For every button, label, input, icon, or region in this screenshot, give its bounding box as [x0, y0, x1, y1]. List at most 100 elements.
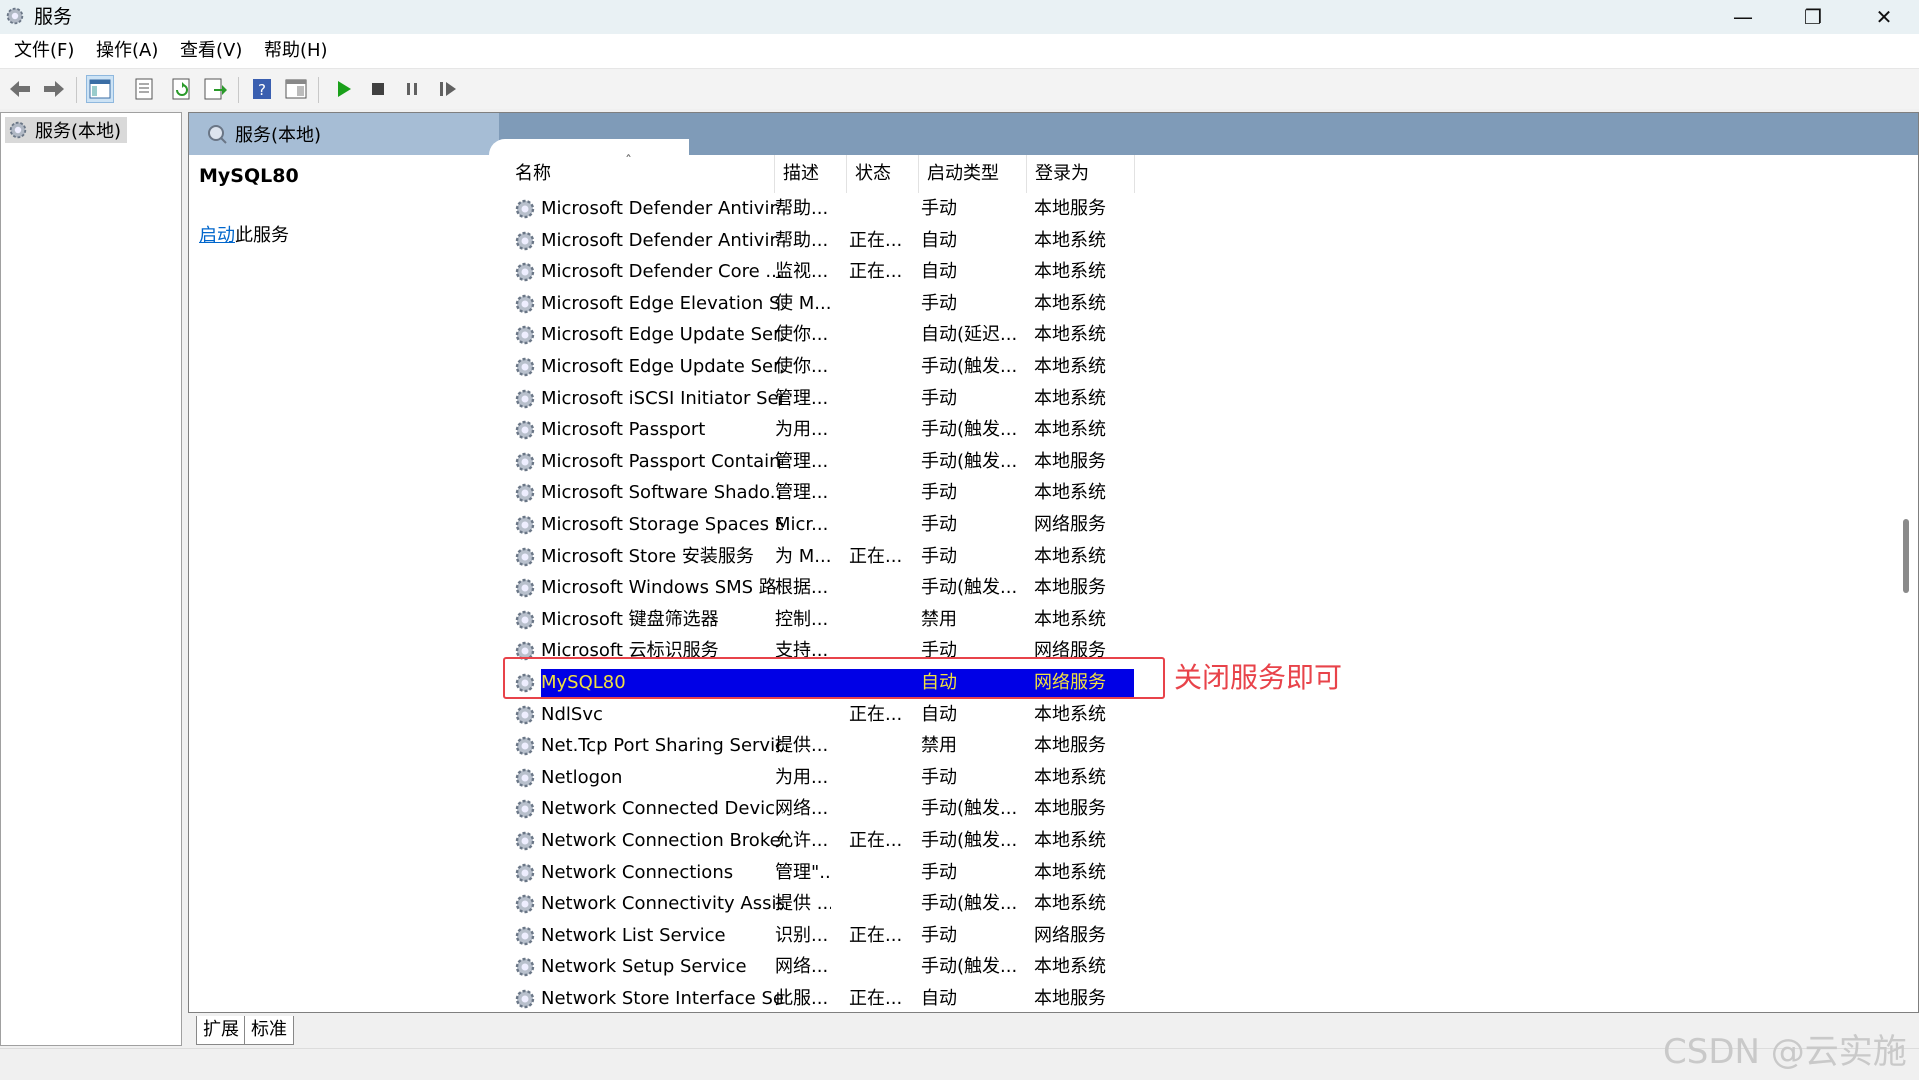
title-bar: 服务 — ❐ ✕ — [0, 0, 1919, 34]
restore-button[interactable]: ❐ — [1778, 0, 1848, 34]
table-row[interactable]: Microsoft Edge Update Ser... 使你... 手动(触发..… — [507, 351, 1327, 383]
refresh-button[interactable] — [168, 75, 196, 103]
service-description: 此服... — [775, 988, 829, 1009]
restart-service-button[interactable] — [434, 75, 462, 103]
table-row[interactable]: Microsoft 键盘筛选器 控制... 禁用 本地系统 — [507, 604, 1327, 636]
pause-service-button[interactable] — [398, 75, 426, 103]
menu-file[interactable]: 文件(F) — [14, 40, 74, 62]
svg-text:?: ? — [258, 81, 266, 99]
table-row[interactable]: Microsoft Defender Core ... 监视... 正在... 自动 本… — [507, 256, 1327, 288]
service-gear-icon — [513, 766, 537, 790]
export-list-button[interactable] — [202, 75, 230, 103]
service-name: Network Setup Service — [541, 956, 747, 978]
pause-icon — [407, 83, 417, 95]
service-description: 管理"... — [775, 861, 831, 883]
table-row[interactable]: Microsoft Edge Elevation S... 使 M... 手动 本地系… — [507, 288, 1327, 320]
export-list-icon — [204, 78, 227, 100]
service-status: 正在... — [849, 229, 903, 251]
column-header-description[interactable]: 描述 — [775, 155, 847, 193]
table-row[interactable]: Network Connected Devic... 网络... 手动(触发... 本… — [507, 793, 1327, 825]
service-description: 网络... — [775, 956, 829, 978]
service-name: Microsoft Storage Spaces S... — [541, 514, 783, 535]
table-row[interactable]: Network Setup Service 网络... 手动(触发... 本地系统 — [507, 951, 1327, 983]
scrollbar-thumb[interactable] — [1903, 519, 1909, 593]
service-startup-type: 手动 — [921, 766, 957, 788]
table-row[interactable]: Microsoft Windows SMS 路... 根据... 手动(触发... 本… — [507, 572, 1327, 604]
table-row[interactable]: Network List Service 识别... 正在... 手动 网络服务 — [507, 920, 1327, 952]
service-logon-as: 本地系统 — [1034, 261, 1106, 283]
service-name: Microsoft 键盘筛选器 — [541, 608, 719, 630]
table-row[interactable]: Microsoft iSCSI Initiator Ser... 管理... 手动 本… — [507, 383, 1327, 415]
service-name: Network Connections — [541, 861, 734, 883]
forward-button[interactable] — [40, 75, 68, 103]
service-description: 管理... — [775, 387, 829, 409]
start-service-link[interactable]: 启动 — [199, 225, 235, 246]
table-row[interactable]: Microsoft Defender Antivir... 帮助... 正在... 自… — [507, 225, 1327, 257]
service-name: Netlogon — [541, 766, 623, 788]
service-startup-type: 手动(触发... — [921, 356, 1018, 377]
table-row[interactable]: Microsoft Software Shado... 管理... 手动 本地系统 — [507, 477, 1327, 509]
service-gear-icon — [513, 387, 537, 411]
service-logon-as: 本地服务 — [1034, 988, 1106, 1009]
service-name: Microsoft Defender Antivir... — [541, 229, 783, 251]
table-row[interactable]: Network Connectivity Assis... 提供 ... 手动(触发… — [507, 888, 1327, 920]
services-gear-icon — [9, 121, 27, 139]
service-gear-icon — [513, 892, 537, 916]
service-gear-icon — [513, 197, 537, 221]
minimize-button[interactable]: — — [1708, 0, 1778, 34]
service-status — [849, 319, 905, 351]
service-logon-as: 本地系统 — [1034, 956, 1106, 978]
close-button[interactable]: ✕ — [1849, 0, 1919, 34]
service-description: 提供... — [775, 735, 829, 757]
menu-help[interactable]: 帮助(H) — [264, 40, 328, 62]
start-service-button[interactable] — [330, 75, 358, 103]
tree-item-label: 服务(本地) — [35, 121, 122, 142]
table-row[interactable]: Microsoft Passport Container 管理... 手动(触发..… — [507, 446, 1327, 478]
table-row[interactable]: Microsoft Defender Antivir... 帮助... 手动 本地服务 — [507, 193, 1327, 225]
menu-view[interactable]: 查看(V) — [180, 40, 242, 62]
service-gear-icon — [513, 229, 537, 253]
properties-button[interactable] — [130, 75, 158, 103]
service-logon-as: 本地服务 — [1034, 198, 1106, 219]
service-logon-as: 本地系统 — [1034, 229, 1106, 251]
service-description: 控制... — [775, 608, 829, 630]
show-console-tree-button[interactable] — [86, 75, 114, 103]
column-header-name[interactable]: 名称 ˆ — [507, 154, 775, 193]
table-row[interactable]: Netlogon 为用... 手动 本地系统 — [507, 762, 1327, 794]
show-action-pane-button[interactable] — [282, 75, 310, 103]
service-name: Microsoft Passport — [541, 419, 706, 441]
back-arrow-icon — [10, 81, 30, 97]
service-description: 为 M... — [775, 545, 831, 567]
service-startup-type: 禁用 — [921, 735, 957, 757]
table-row[interactable]: Net.Tcp Port Sharing Service 提供... 禁用 本地服务 — [507, 730, 1327, 762]
service-name: Microsoft Windows SMS 路... — [541, 577, 783, 599]
service-gear-icon — [513, 513, 537, 537]
column-header-startup-type[interactable]: 启动类型 — [919, 155, 1027, 193]
service-startup-type: 手动 — [921, 924, 957, 946]
service-description: 使你... — [775, 324, 829, 346]
table-row[interactable]: Microsoft Store 安装服务为 M... 正在... 手动 本地系统 — [507, 541, 1327, 573]
table-row[interactable]: Network Store Interface Se... 此服... 正在... 自… — [507, 983, 1327, 1012]
table-row[interactable]: Network Connection Broker 允许... 正在... 手动(触发… — [507, 825, 1327, 857]
column-header-status[interactable]: 状态 — [847, 155, 919, 193]
service-status — [849, 509, 905, 541]
table-row[interactable]: NdlSvc 正在... 自动 本地系统 — [507, 699, 1327, 731]
help-button[interactable]: ? — [248, 75, 276, 103]
table-row[interactable]: Microsoft Edge Update Ser... 使你... 自动(延迟..… — [507, 319, 1327, 351]
service-startup-type: 手动 — [921, 545, 957, 567]
tree-item-services-local[interactable]: 服务(本地) — [5, 117, 128, 143]
table-row[interactable]: Microsoft Storage Spaces S... Micr... 手动 网络… — [507, 509, 1327, 541]
service-name: Net.Tcp Port Sharing Service — [541, 735, 783, 757]
tab-standard[interactable]: 标准 — [244, 1016, 294, 1045]
stop-service-button[interactable] — [364, 75, 392, 103]
properties-icon — [135, 78, 153, 100]
window-title: 服务 — [34, 6, 73, 28]
tab-extended[interactable]: 扩展 — [196, 1016, 246, 1045]
table-row[interactable]: Network Connections 管理"... 手动 本地系统 — [507, 857, 1327, 889]
menu-action[interactable]: 操作(A) — [96, 40, 158, 62]
table-row[interactable]: Microsoft Passport 为用... 手动(触发... 本地系统 — [507, 414, 1327, 446]
vertical-scrollbar[interactable] — [1897, 155, 1917, 1011]
column-header-logon-as[interactable]: 登录为 — [1027, 155, 1135, 193]
service-gear-icon — [513, 861, 537, 885]
back-button[interactable] — [6, 75, 34, 103]
